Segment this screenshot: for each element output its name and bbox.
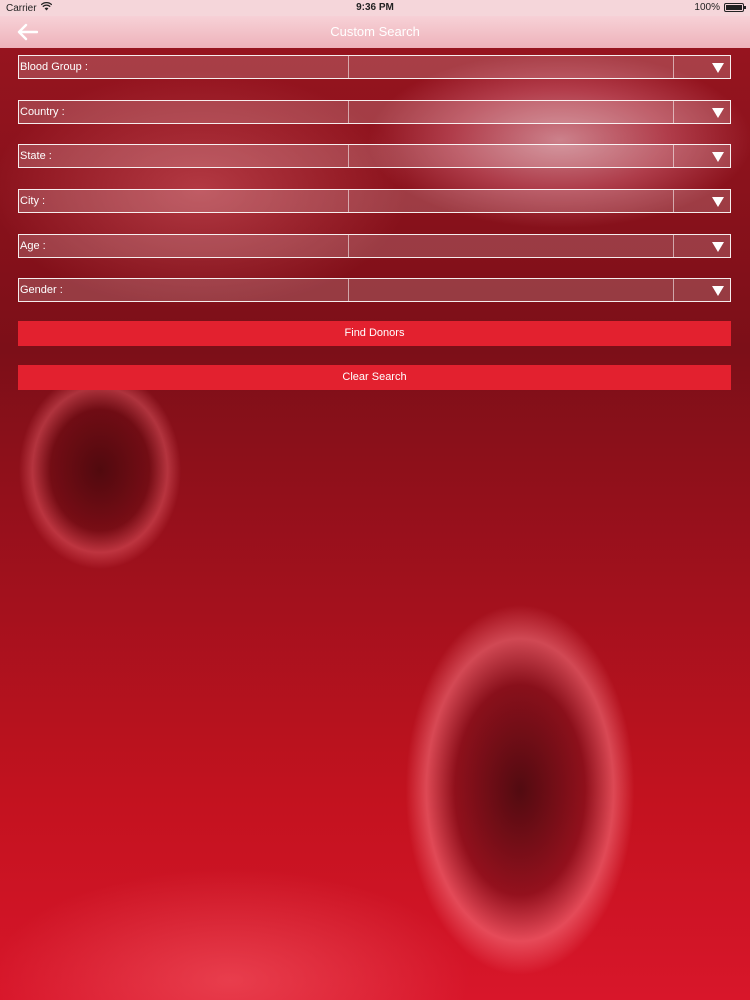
clear-search-button[interactable]: Clear Search [18,365,731,390]
age-label: Age : [19,235,349,257]
gender-dropdown[interactable]: Gender : [18,278,731,302]
triangle-down-icon[interactable] [674,235,730,257]
country-value [349,101,674,123]
status-right: 100% [694,2,746,13]
city-dropdown[interactable]: City : [18,189,731,213]
navigation-bar: Custom Search [0,16,750,48]
triangle-down-icon[interactable] [674,101,730,123]
blood-group-label: Blood Group : [19,56,349,78]
state-value [349,145,674,167]
city-value [349,190,674,212]
triangle-down-icon[interactable] [674,56,730,78]
page-title: Custom Search [330,24,420,39]
state-dropdown[interactable]: State : [18,144,731,168]
battery-icon [724,3,746,12]
find-donors-button[interactable]: Find Donors [18,321,731,346]
age-dropdown[interactable]: Age : [18,234,731,258]
state-label: State : [19,145,349,167]
triangle-down-icon[interactable] [674,145,730,167]
status-time: 9:36 PM [356,2,394,13]
battery-percent: 100% [694,2,720,13]
status-bar: Carrier 9:36 PM 100% [0,0,750,16]
gender-label: Gender : [19,279,349,301]
gender-value [349,279,674,301]
triangle-down-icon[interactable] [674,279,730,301]
country-dropdown[interactable]: Country : [18,100,731,124]
city-label: City : [19,190,349,212]
blood-group-value [349,56,674,78]
age-value [349,235,674,257]
blood-group-dropdown[interactable]: Blood Group : [18,55,731,79]
country-label: Country : [19,101,349,123]
triangle-down-icon[interactable] [674,190,730,212]
